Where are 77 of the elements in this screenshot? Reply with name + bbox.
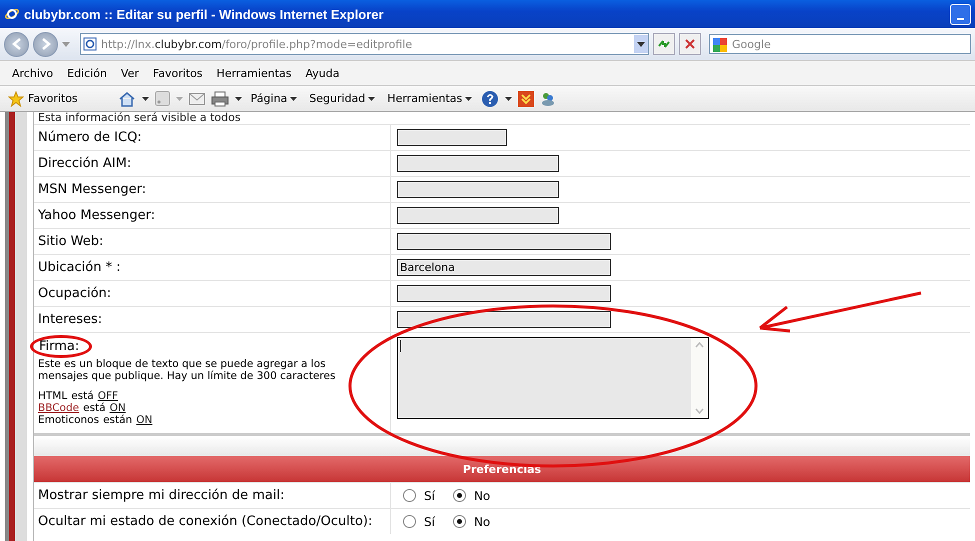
signature-textarea[interactable] bbox=[397, 337, 709, 419]
notice-text: Esta información será visible a todos bbox=[37, 112, 241, 124]
dropdown-button[interactable] bbox=[634, 35, 648, 53]
minimize-button[interactable] bbox=[950, 4, 971, 24]
page-icon bbox=[83, 37, 97, 51]
menu-item[interactable]: Archivo bbox=[5, 66, 60, 80]
status-link[interactable]: ON bbox=[110, 402, 126, 414]
field-label: Ocupación: bbox=[38, 286, 112, 301]
note-text: está bbox=[83, 402, 106, 414]
field-label: Dirección AIM: bbox=[38, 156, 132, 171]
field-label: Intereses: bbox=[38, 312, 102, 327]
address-field[interactable]: http://lnx.clubybr.com/foro/profile.php?mode=editprofile bbox=[80, 33, 649, 55]
home-icon[interactable] bbox=[118, 90, 136, 106]
caret-icon bbox=[290, 96, 298, 100]
status-link[interactable]: OFF bbox=[98, 390, 118, 402]
section-header: Preferencias bbox=[34, 456, 970, 482]
radio-button[interactable] bbox=[452, 489, 466, 502]
help-icon[interactable] bbox=[481, 90, 500, 108]
radio-button[interactable] bbox=[403, 515, 416, 528]
stop-button[interactable] bbox=[679, 33, 701, 55]
star-icon bbox=[8, 90, 24, 106]
note-text: están bbox=[103, 414, 132, 426]
close-icon bbox=[684, 38, 696, 50]
minimize-icon bbox=[957, 18, 964, 20]
field-label: Firma: bbox=[39, 339, 80, 354]
back-button[interactable] bbox=[4, 32, 29, 56]
status-link[interactable]: ON bbox=[136, 414, 152, 426]
address-url: http://lnx.clubybr.com/foro/profile.php?mode=editprofile bbox=[101, 38, 412, 50]
menu-item[interactable]: Edición bbox=[60, 66, 114, 80]
toolbar-menu[interactable]: Seguridad bbox=[306, 92, 378, 105]
note-text: Emoticonos bbox=[38, 414, 100, 426]
note-text: está bbox=[71, 390, 94, 402]
window-title: clubybr.com :: Editar su perfil - Windows Internet Explorer bbox=[24, 6, 384, 22]
favorites-button[interactable]: Favoritos bbox=[8, 90, 78, 106]
menu-item[interactable]: Favoritos bbox=[146, 66, 210, 80]
printer-icon[interactable] bbox=[210, 90, 229, 106]
text-field[interactable] bbox=[397, 233, 611, 250]
search-field[interactable]: Google bbox=[709, 34, 971, 54]
field-label: Ocultar mi estado de conexión (Conectado/Oculto): bbox=[38, 514, 372, 529]
radio-button[interactable] bbox=[403, 489, 416, 502]
text-field[interactable] bbox=[397, 207, 559, 224]
bbcode-link[interactable]: BBCode bbox=[38, 402, 80, 414]
caret-icon bbox=[465, 96, 472, 100]
field-label: Ubicación * : bbox=[38, 260, 121, 275]
menu-item[interactable]: Ver bbox=[114, 66, 146, 80]
text-field[interactable] bbox=[397, 155, 559, 172]
radio-button[interactable] bbox=[452, 515, 466, 528]
caret-icon[interactable] bbox=[505, 96, 512, 100]
text-field[interactable] bbox=[397, 311, 611, 328]
field-description: Este es un bloque de texto que se puede agregar a los mensajes que publique. Hay un límite de 300 caracteres bbox=[38, 358, 336, 382]
toolbar-menu[interactable]: Página bbox=[248, 92, 300, 105]
note-text: HTML bbox=[38, 390, 68, 402]
text-field[interactable]: Barcelona bbox=[397, 259, 611, 276]
caret-icon bbox=[637, 42, 645, 46]
text-field[interactable] bbox=[397, 129, 507, 146]
radio-label: No bbox=[474, 514, 490, 528]
radio-label: Sí bbox=[424, 488, 435, 502]
toolbar-menu[interactable]: Herramientas bbox=[384, 92, 476, 105]
mail-icon[interactable] bbox=[188, 92, 205, 104]
caret-icon bbox=[368, 96, 376, 100]
caret-icon[interactable] bbox=[142, 96, 149, 100]
field-label: Número de ICQ: bbox=[38, 130, 142, 145]
text-field[interactable] bbox=[397, 285, 611, 302]
menu-item[interactable]: Herramientas bbox=[210, 66, 298, 80]
messenger-icon[interactable] bbox=[540, 90, 556, 106]
menu-item[interactable]: Ayuda bbox=[298, 66, 346, 80]
radio-label: No bbox=[474, 488, 490, 502]
forward-button[interactable] bbox=[33, 32, 58, 56]
chevron-down-icon[interactable] bbox=[518, 90, 534, 106]
field-label: Mostrar siempre mi dirección de mail: bbox=[38, 488, 284, 503]
field-label: Sitio Web: bbox=[38, 234, 104, 249]
caret-icon[interactable] bbox=[234, 96, 242, 100]
text-field[interactable] bbox=[397, 181, 559, 198]
field-label: MSN Messenger: bbox=[38, 182, 146, 197]
radio-label: Sí bbox=[424, 514, 435, 528]
refresh-button[interactable] bbox=[653, 33, 675, 55]
field-label: Yahoo Messenger: bbox=[38, 208, 156, 223]
